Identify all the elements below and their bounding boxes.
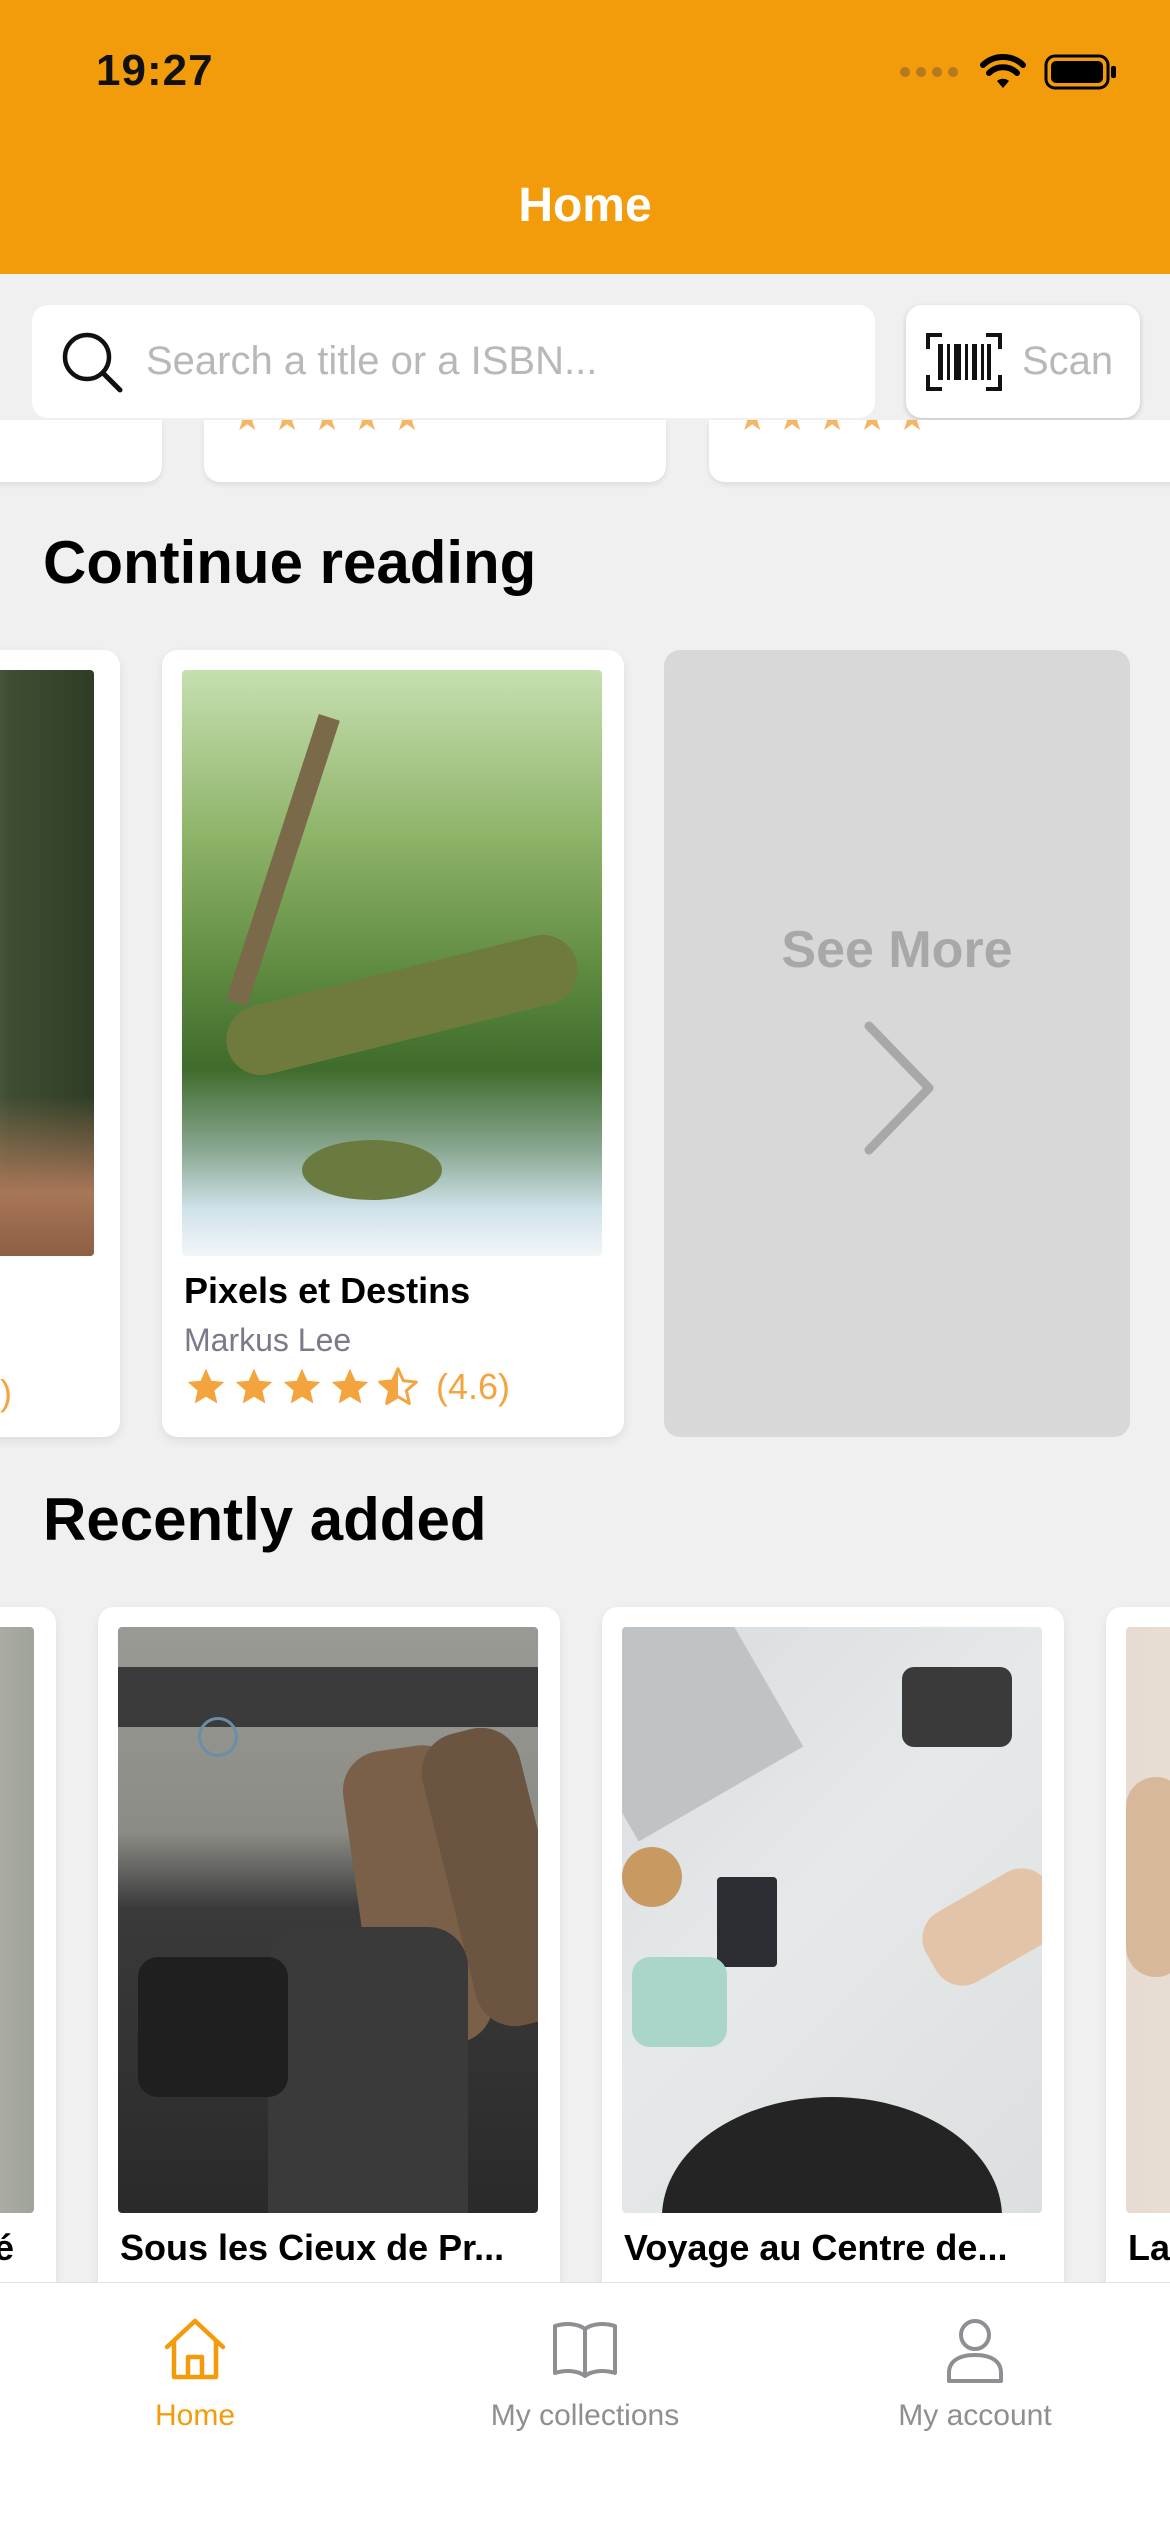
book-icon xyxy=(553,2322,617,2378)
book-author: Markus Lee xyxy=(184,1322,352,1358)
barcode-scan-icon xyxy=(926,332,1002,391)
book-rating-value: (4.6) xyxy=(436,1366,511,1407)
home-icon xyxy=(164,2318,226,2380)
book-card-partial[interactable] xyxy=(0,420,162,482)
search-placeholder: Search a title or a ISBN... xyxy=(146,339,598,383)
book-card[interactable]: Pixels et Destins Markus Lee (4.6) xyxy=(162,650,624,1437)
page-title: Home xyxy=(518,179,652,232)
search-icon xyxy=(62,332,123,392)
star-filled-icon xyxy=(187,1368,225,1404)
cellular-signal-icon xyxy=(900,67,958,77)
recently-added-title: Recently added xyxy=(43,1486,487,1553)
app-screen: 19:27 Home Search a title or a ISBN... S… xyxy=(0,0,1170,2532)
search-input[interactable]: Search a title or a ISBN... xyxy=(32,305,875,418)
app-header: 19:27 Home xyxy=(0,0,1170,274)
book-cover-image xyxy=(0,670,94,1256)
book-rating-value: ) xyxy=(0,1372,12,1413)
book-card-partial[interactable]: ent ) xyxy=(0,650,120,1437)
scan-button[interactable]: Scan xyxy=(906,305,1140,418)
book-card[interactable]: Voyage au Centre de... xyxy=(602,1607,1064,2307)
book-card-partial[interactable]: é xyxy=(0,1607,56,2307)
book-card-partial[interactable]: ★ ★ ★ ★ ★ xyxy=(709,420,1170,482)
book-cover-image xyxy=(182,670,602,1256)
book-card-partial[interactable]: La xyxy=(1106,1607,1170,2307)
book-cover-image xyxy=(0,1627,34,2213)
battery-icon xyxy=(1044,54,1116,90)
book-title: Sous les Cieux de Pr... xyxy=(120,2227,505,2268)
book-cover-image xyxy=(118,1627,538,2213)
book-cover-image xyxy=(1126,1627,1170,2213)
book-title: La xyxy=(1128,2227,1170,2268)
book-title: Pixels et Destins xyxy=(184,1270,471,1311)
book-rating: (4.6) xyxy=(184,1365,510,1409)
rating-stars: ★ ★ ★ ★ ★ xyxy=(737,420,927,436)
see-more-label: See More xyxy=(781,921,1013,979)
book-cover-image xyxy=(622,1627,1042,2213)
tab-home[interactable]: Home xyxy=(0,2283,390,2463)
scan-label: Scan xyxy=(1022,339,1114,383)
status-indicators xyxy=(900,54,1118,90)
star-filled-icon xyxy=(331,1368,369,1404)
user-icon xyxy=(947,2319,1003,2383)
tab-label: Home xyxy=(154,2399,236,2432)
continue-reading-title: Continue reading xyxy=(43,529,537,596)
chevron-right-icon xyxy=(864,1021,934,1155)
tab-label: My account xyxy=(898,2399,1052,2432)
book-card-partial[interactable]: ★ ★ ★ ★ ★ xyxy=(204,420,666,482)
tab-my-account[interactable]: My account xyxy=(780,2283,1170,2463)
see-more-button[interactable]: See More xyxy=(664,650,1130,1437)
book-title: é xyxy=(0,2227,15,2268)
rating-stars: ★ ★ ★ ★ ★ xyxy=(232,420,422,436)
tab-label: My collections xyxy=(490,2399,680,2432)
star-filled-icon xyxy=(235,1368,273,1404)
tab-bar: Home My collections My account xyxy=(0,2282,1170,2532)
status-time: 19:27 xyxy=(96,46,214,95)
book-card[interactable]: Sous les Cieux de Pr... xyxy=(98,1607,560,2307)
wifi-icon xyxy=(980,54,1026,88)
tab-my-collections[interactable]: My collections xyxy=(390,2283,780,2463)
book-title: Voyage au Centre de... xyxy=(624,2227,1008,2268)
star-filled-icon xyxy=(283,1368,321,1404)
star-half-icon xyxy=(378,1367,418,1405)
